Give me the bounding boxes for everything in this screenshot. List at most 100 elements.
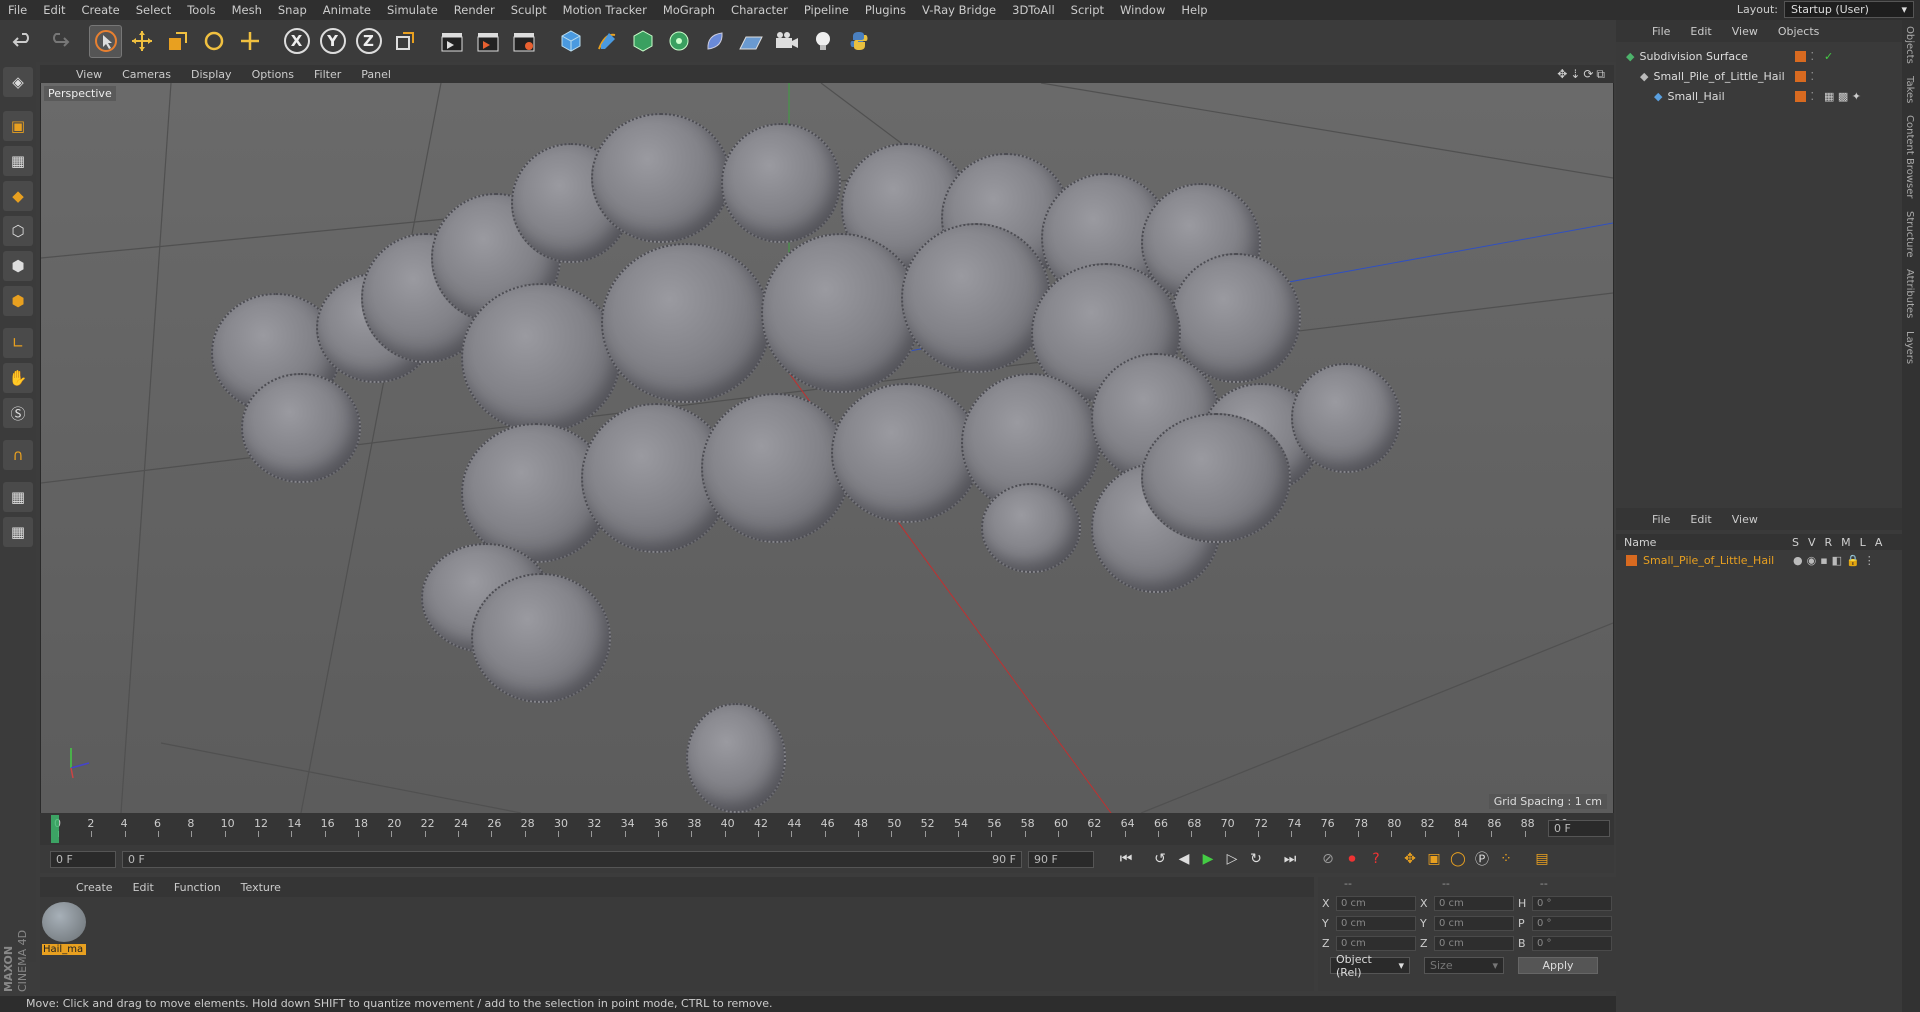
menu-mesh[interactable]: Mesh <box>224 0 270 20</box>
menu-3dtoall[interactable]: 3DToAll <box>1004 0 1063 20</box>
autokey-button[interactable]: ⏺ <box>1340 848 1364 870</box>
position-field[interactable]: 0 cm <box>1336 895 1416 911</box>
rotate-button[interactable] <box>197 25 230 58</box>
texture-mode-button[interactable]: ▦ <box>3 146 33 176</box>
timeline-window-button[interactable]: ▤ <box>1530 848 1554 870</box>
menu-window[interactable]: Window <box>1112 0 1173 20</box>
key-parameter-button[interactable]: Ⓟ <box>1470 848 1494 870</box>
side-tab-structure[interactable]: Structure <box>1902 205 1917 264</box>
viewport-menu-panel[interactable]: Panel <box>351 68 401 81</box>
polygon-mode-button[interactable]: ⬢ <box>3 286 33 316</box>
current-frame-field[interactable]: 0 F <box>1548 820 1610 837</box>
key-scale-button[interactable]: ▣ <box>1422 848 1446 870</box>
go-to-start-button[interactable]: ⏮ <box>1114 848 1138 870</box>
snap-button[interactable]: Ⓢ <box>3 398 33 428</box>
undo-button[interactable] <box>6 25 39 58</box>
lock-workplane-button[interactable]: ▦ <box>3 482 33 512</box>
menu-mograph[interactable]: MoGraph <box>655 0 723 20</box>
side-tab-attributes[interactable]: Attributes <box>1902 263 1917 324</box>
material-menu-texture[interactable]: Texture <box>231 881 291 894</box>
object-menu-view[interactable]: View <box>1722 25 1768 38</box>
edge-mode-button[interactable]: ⬢ <box>3 251 33 281</box>
y-axis-button[interactable]: Y <box>316 25 349 58</box>
previous-key-button[interactable]: ↺ <box>1148 848 1172 870</box>
menu-create[interactable]: Create <box>74 0 128 20</box>
pen-spline-button[interactable] <box>590 25 623 58</box>
start-frame-field[interactable]: 0 F <box>50 850 116 868</box>
menu-pipeline[interactable]: Pipeline <box>796 0 857 20</box>
object-row[interactable]: ◆ Small_Hail ⁚ ▦ ▩ ✦ <box>1616 86 1902 106</box>
menu-edit[interactable]: Edit <box>35 0 73 20</box>
make-editable-button[interactable]: ◈ <box>3 67 33 97</box>
layer-row[interactable]: Small_Pile_of_Little_Hail ●◉▪◧🔒⋮ <box>1616 550 1902 570</box>
layer-menu-file[interactable]: File <box>1642 513 1680 526</box>
layer-flags-icon[interactable]: ●◉▪◧🔒⋮ <box>1793 554 1879 567</box>
cube-button[interactable] <box>554 25 587 58</box>
perspective-viewport[interactable]: Perspective Grid Spacing : 1 cm <box>41 83 1613 813</box>
side-tab-takes[interactable]: Takes <box>1902 70 1917 109</box>
deformer-button[interactable] <box>698 25 731 58</box>
visibility-dots-icon[interactable]: ⁚ <box>1810 50 1814 63</box>
python-button[interactable] <box>842 25 875 58</box>
axis-mode-button[interactable]: ∟ <box>3 328 33 358</box>
layer-menu-view[interactable]: View <box>1722 513 1768 526</box>
viewport-menu-display[interactable]: Display <box>181 68 242 81</box>
coordinate-system-button[interactable] <box>388 25 421 58</box>
side-tab-objects[interactable]: Objects <box>1902 20 1917 70</box>
render-picture-viewer-button[interactable] <box>471 25 504 58</box>
layer-menu-edit[interactable]: Edit <box>1680 513 1721 526</box>
menu-file[interactable]: File <box>0 0 35 20</box>
point-mode-button[interactable]: ⬡ <box>3 216 33 246</box>
magnet-button[interactable]: ∩ <box>3 440 33 470</box>
visibility-dots-icon[interactable]: ⁚ <box>1810 70 1814 83</box>
planar-workplane-button[interactable]: ▦ <box>3 517 33 547</box>
material-menu-edit[interactable]: Edit <box>123 881 164 894</box>
previous-frame-button[interactable]: ◀ <box>1172 848 1196 870</box>
model-mode-button[interactable]: ▣ <box>3 111 33 141</box>
frame-range-slider[interactable]: 0 F 90 F <box>122 850 1022 868</box>
size-field[interactable]: 0 cm <box>1434 895 1514 911</box>
menu-v-ray-bridge[interactable]: V-Ray Bridge <box>914 0 1004 20</box>
menu-snap[interactable]: Snap <box>270 0 315 20</box>
scale-button[interactable] <box>161 25 194 58</box>
subdivision-button[interactable] <box>626 25 659 58</box>
menu-simulate[interactable]: Simulate <box>379 0 446 20</box>
key-pla-button[interactable]: ⁘ <box>1494 848 1518 870</box>
tweak-mode-button[interactable]: ✋ <box>3 363 33 393</box>
viewport-menu-options[interactable]: Options <box>242 68 304 81</box>
rotation-field[interactable]: 0 ° <box>1532 915 1612 931</box>
viewport-menu-view[interactable]: View <box>66 68 112 81</box>
menu-motion-tracker[interactable]: Motion Tracker <box>555 0 655 20</box>
light-button[interactable] <box>806 25 839 58</box>
live-selection-button[interactable] <box>89 24 122 58</box>
size-field[interactable]: 0 cm <box>1434 935 1514 951</box>
next-frame-button[interactable]: ▷ <box>1220 848 1244 870</box>
menu-select[interactable]: Select <box>128 0 179 20</box>
checkmark-icon[interactable]: ✓ <box>1824 50 1833 63</box>
size-mode-dropdown[interactable]: Size ▾ <box>1424 957 1504 974</box>
move-button[interactable] <box>125 25 158 58</box>
mograph-cloner-button[interactable] <box>662 25 695 58</box>
apply-button[interactable]: Apply <box>1518 957 1598 974</box>
playhead[interactable] <box>51 815 59 843</box>
object-menu-file[interactable]: File <box>1642 25 1680 38</box>
position-field[interactable]: 0 cm <box>1336 915 1416 931</box>
side-tab-layers[interactable]: Layers <box>1902 325 1917 370</box>
next-key-button[interactable]: ↻ <box>1244 848 1268 870</box>
menu-tools[interactable]: Tools <box>179 0 223 20</box>
transform-button[interactable] <box>233 25 266 58</box>
coord-mode-dropdown[interactable]: Object (Rel) ▾ <box>1330 953 1410 979</box>
menu-plugins[interactable]: Plugins <box>857 0 914 20</box>
camera-button[interactable] <box>770 25 803 58</box>
position-field[interactable]: 0 cm <box>1336 935 1416 951</box>
side-tab-content-browser[interactable]: Content Browser <box>1902 109 1917 204</box>
menu-help[interactable]: Help <box>1173 0 1215 20</box>
menu-character[interactable]: Character <box>723 0 796 20</box>
object-row[interactable]: ◆ Subdivision Surface ⁚ ✓ <box>1616 46 1902 66</box>
z-axis-button[interactable]: Z <box>352 25 385 58</box>
floor-button[interactable] <box>734 25 767 58</box>
material-swatch[interactable]: Hail_ma <box>42 902 86 958</box>
render-settings-button[interactable] <box>507 25 540 58</box>
object-row[interactable]: ◆ Small_Pile_of_Little_Hail ⁚ <box>1616 66 1902 86</box>
viewport-menu-cameras[interactable]: Cameras <box>112 68 181 81</box>
